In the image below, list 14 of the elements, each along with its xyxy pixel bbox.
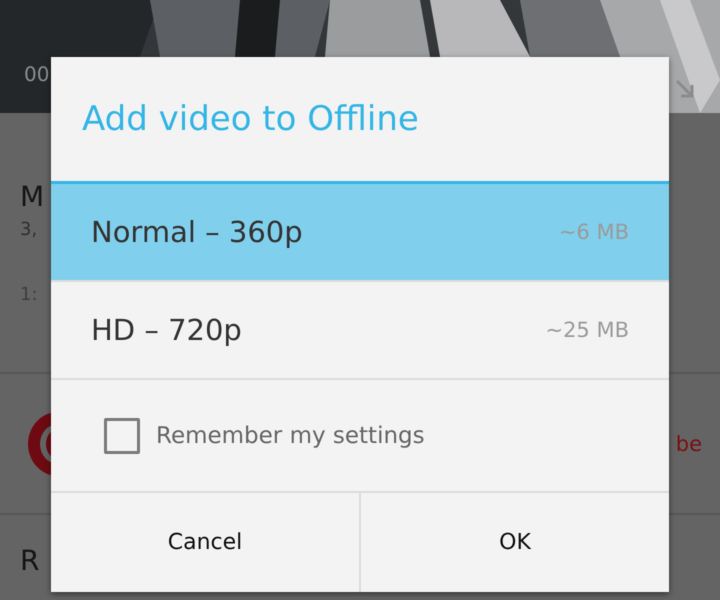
file-size: ~25 MB (545, 318, 629, 342)
cancel-button[interactable]: Cancel (51, 493, 359, 592)
arrow-icon[interactable] (674, 78, 696, 100)
video-time: 00 (24, 62, 50, 86)
section-heading: R (20, 544, 40, 576)
quality-label: Normal – 360p (91, 215, 303, 249)
quality-label: HD – 720p (91, 313, 242, 347)
quality-option[interactable]: HD – 720p ~25 MB (51, 282, 669, 380)
quality-option[interactable]: Normal – 360p ~6 MB (51, 184, 669, 282)
checkbox-label: Remember my settings (156, 422, 425, 448)
ok-button[interactable]: OK (359, 493, 669, 592)
video-title: M (20, 180, 44, 213)
checkbox[interactable] (104, 418, 140, 454)
file-size: ~6 MB (558, 220, 629, 244)
